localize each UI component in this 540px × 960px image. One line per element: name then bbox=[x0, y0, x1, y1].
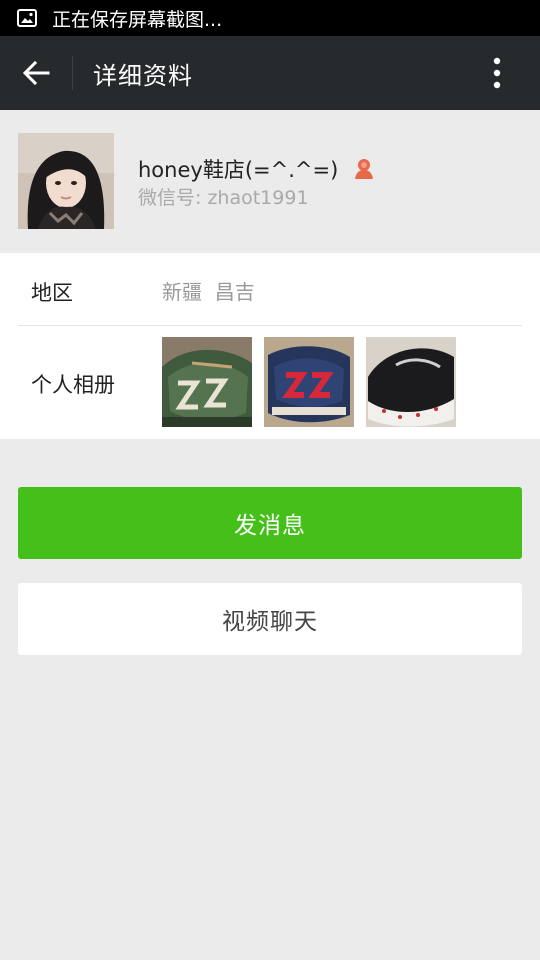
info-card: 地区 新疆 昌吉 个人相册 bbox=[0, 253, 540, 439]
status-text: 正在保存屏幕截图... bbox=[52, 8, 223, 31]
back-button[interactable] bbox=[0, 36, 72, 110]
contact-person-icon bbox=[352, 156, 376, 182]
album-row[interactable]: 个人相册 bbox=[0, 326, 540, 439]
wechat-id: 微信号: zhaot1991 bbox=[138, 187, 309, 209]
app-bar: 详细资料 bbox=[0, 36, 540, 110]
region-label: 地区 bbox=[31, 281, 73, 305]
more-vertical-icon bbox=[493, 57, 501, 89]
avatar[interactable] bbox=[18, 133, 114, 229]
arrow-left-icon bbox=[22, 60, 50, 86]
app-bar-divider bbox=[72, 56, 73, 90]
album-label: 个人相册 bbox=[31, 373, 115, 397]
album-photo[interactable] bbox=[264, 337, 354, 427]
region-value: 新疆 昌吉 bbox=[162, 280, 255, 304]
album-photo[interactable] bbox=[366, 337, 456, 427]
video-chat-button[interactable]: 视频聊天 bbox=[18, 583, 522, 655]
send-message-button[interactable]: 发消息 bbox=[18, 487, 522, 559]
nickname: honey鞋店(=^.^=) bbox=[138, 158, 339, 182]
region-row: 地区 新疆 昌吉 bbox=[0, 253, 540, 325]
image-icon bbox=[16, 8, 38, 28]
page-title: 详细资料 bbox=[93, 61, 193, 90]
more-options-button[interactable] bbox=[476, 36, 518, 110]
profile-header: honey鞋店(=^.^=) 微信号: zhaot1991 bbox=[0, 110, 540, 253]
album-photo[interactable] bbox=[162, 337, 252, 427]
status-bar: 正在保存屏幕截图... bbox=[0, 0, 540, 36]
